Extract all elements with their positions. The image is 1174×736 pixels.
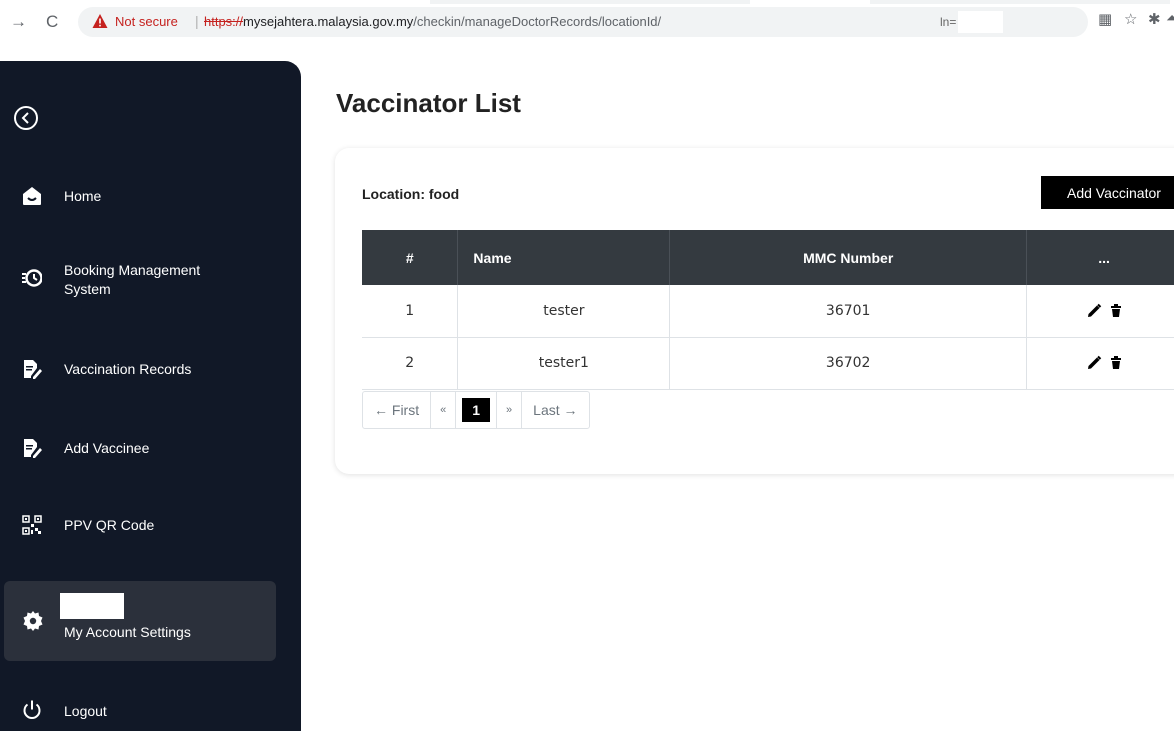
column-header-actions: ... (1026, 230, 1174, 285)
tab-strip-edge (430, 0, 750, 4)
sidebar-item-label: My Account Settings (64, 624, 191, 640)
sidebar-item-vaccination-records[interactable]: Vaccination Records (0, 344, 301, 394)
redacted-username (60, 593, 124, 619)
row-number: 2 (362, 337, 459, 390)
sidebar-item-booking-management[interactable]: Booking Management System (0, 253, 301, 303)
forward-arrow-icon[interactable]: → (10, 12, 27, 32)
row-number: 1 (362, 285, 459, 338)
sidebar-item-label: Logout (64, 703, 107, 719)
power-icon (23, 700, 41, 719)
page-title: Vaccinator List (336, 88, 521, 118)
sidebar-item-label: Add Vaccinee (64, 440, 150, 456)
sidebar: Home Booking Management System Vaccinatio… (0, 61, 301, 731)
reload-icon[interactable]: C (46, 12, 58, 32)
redacted-block (958, 11, 1003, 33)
column-header-number: # (362, 230, 459, 285)
edit-pencil-icon[interactable] (1086, 303, 1102, 319)
table-header-row: # Name MMC Number ... (362, 230, 1174, 285)
location-label: Location: food (362, 186, 460, 202)
browser-toolbar: → C Not secure | https://mysejahtera.mal… (0, 0, 1174, 48)
column-header-mmc: MMC Number (669, 230, 1028, 285)
url-scheme: https:// (204, 14, 244, 29)
add-vaccinator-button[interactable]: Add Vaccinator (1041, 176, 1174, 209)
sidebar-item-label: Home (64, 188, 102, 204)
url-text[interactable]: https://mysejahtera.malaysia.gov.my/chec… (204, 14, 661, 29)
sidebar-item-home[interactable]: Home (0, 171, 301, 221)
sidebar-item-ppv-qr-code[interactable]: PPV QR Code (0, 500, 301, 550)
url-host: mysejahtera.malaysia.gov.my (243, 14, 414, 29)
home-icon (23, 187, 41, 205)
sidebar-item-account-settings[interactable]: My Account Settings (4, 581, 276, 661)
delete-trash-icon[interactable] (1110, 303, 1122, 318)
vaccinator-card: Location: food Add Vaccinator # Name MMC… (335, 148, 1174, 474)
table-row: 1 tester 36701 (362, 285, 1174, 338)
row-actions (1026, 285, 1174, 338)
row-mmc-number: 36701 (669, 285, 1028, 338)
pagination-current-page[interactable]: 1 (462, 398, 491, 422)
column-header-name: Name (457, 230, 671, 285)
warning-icon (92, 14, 108, 28)
vaccinator-table: # Name MMC Number ... 1 tester 36701 2 t… (362, 230, 1174, 390)
bookmark-star-icon[interactable]: ☆ (1124, 10, 1137, 28)
row-mmc-number: 36702 (669, 337, 1028, 390)
security-status[interactable]: Not secure (115, 14, 178, 29)
gear-icon (23, 611, 43, 631)
sidebar-item-logout[interactable]: Logout (0, 686, 301, 736)
sidebar-item-add-vaccinee[interactable]: Add Vaccinee (0, 423, 301, 473)
pagination-next[interactable]: » (496, 392, 523, 428)
address-bar[interactable]: Not secure | https://mysejahtera.malaysi… (78, 7, 1088, 37)
delete-trash-icon[interactable] (1110, 356, 1122, 370)
extensions-puzzle-icon[interactable]: ✱ (1148, 10, 1161, 28)
url-path: /checkin/manageDoctorRecords/locationId/ (413, 14, 662, 29)
lab-icon[interactable]: ⏶ (1166, 10, 1174, 27)
sidebar-item-label: Booking Management System (64, 261, 200, 299)
table-row: 2 tester1 36702 (362, 337, 1174, 390)
booking-label-line2: System (64, 281, 111, 297)
row-actions (1026, 337, 1174, 390)
booking-label-line1: Booking Management (64, 262, 201, 278)
qr-share-icon[interactable]: ▦ (1098, 10, 1112, 28)
add-vaccinee-icon (24, 439, 42, 458)
records-edit-icon (24, 360, 42, 379)
row-name: tester1 (457, 337, 671, 390)
row-name: tester (457, 285, 671, 338)
pagination-first[interactable]: ← First (363, 392, 432, 428)
collapse-sidebar-icon[interactable] (14, 106, 38, 130)
booking-clock-icon (22, 269, 42, 287)
sidebar-item-label: Vaccination Records (64, 361, 192, 377)
url-query-suffix: ln= (940, 15, 957, 29)
pagination: ← First « 1 » Last → (362, 391, 590, 429)
pagination-last[interactable]: Last → (522, 392, 588, 428)
pagination-prev[interactable]: « (431, 392, 457, 428)
qr-code-icon (22, 515, 42, 535)
url-divider: | (195, 13, 199, 29)
edit-pencil-icon[interactable] (1086, 355, 1102, 371)
sidebar-item-label: PPV QR Code (64, 517, 155, 533)
tab-strip-edge (870, 0, 1170, 4)
